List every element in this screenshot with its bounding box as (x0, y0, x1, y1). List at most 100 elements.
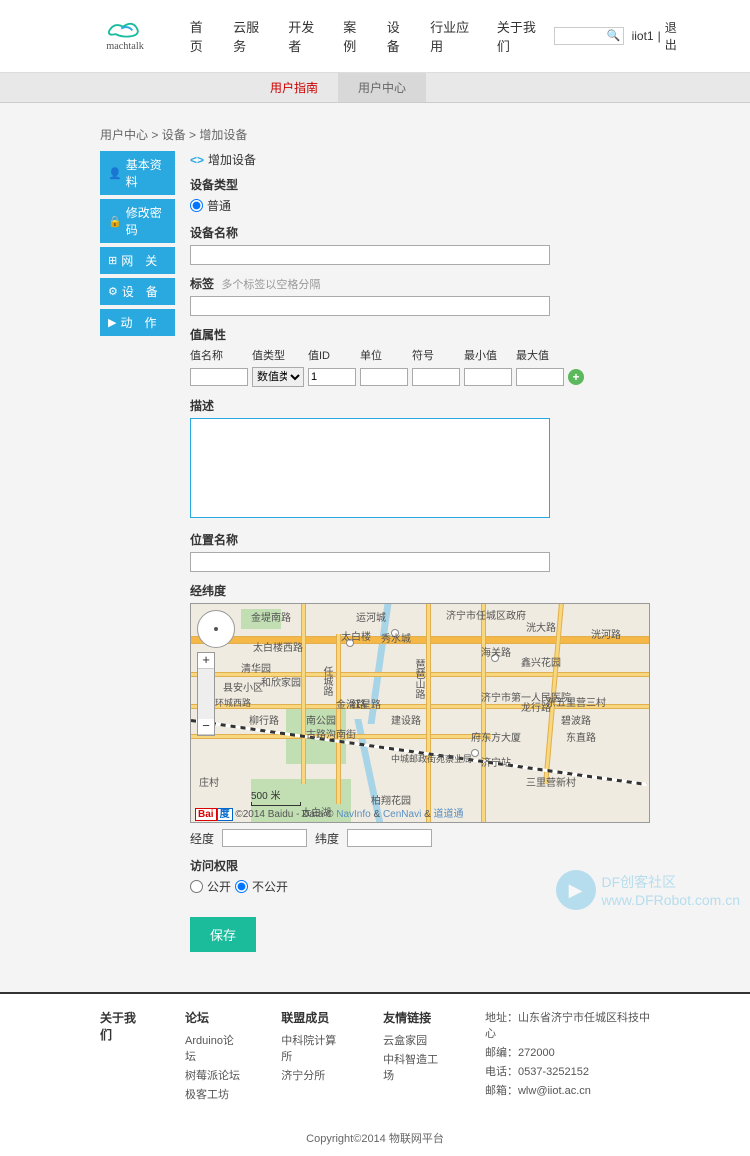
zoom-out-button[interactable]: − (198, 719, 214, 735)
title-text: 增加设备 (208, 151, 256, 168)
map-label: 鑫兴花园 (521, 654, 561, 669)
footer-link[interactable]: 树莓派论坛 (185, 1067, 241, 1083)
map-label: 三里营新村 (526, 774, 576, 789)
map-attribution: Bai度 ©2014 Baidu - Data © NavInfo & CenN… (195, 805, 464, 820)
attr-type-select[interactable]: 数值类 (252, 367, 304, 387)
crumb-center[interactable]: 用户中心 (100, 128, 148, 142)
attr-id-input[interactable] (308, 368, 356, 386)
search-icon[interactable]: 🔍 (607, 29, 621, 42)
lng-input[interactable] (222, 829, 307, 847)
lng-label: 经度 (190, 830, 214, 847)
map-label: 府东方大厦 (471, 729, 521, 744)
footer-link[interactable]: 中科智造工场 (383, 1051, 445, 1083)
sidebar: 👤基本资料 🔒 修改密码 ⊞网 关 ⚙设 备 ▶ 动 作 (100, 151, 175, 952)
crumb-device[interactable]: 设备 (162, 128, 186, 142)
nav-case[interactable]: 案例 (333, 5, 376, 67)
nav-about[interactable]: 关于我们 (487, 5, 554, 67)
footer-link[interactable]: 济宁分所 (281, 1067, 343, 1083)
footer-tel: 电话：0537-3252152 (485, 1063, 650, 1079)
nav-industry[interactable]: 行业应用 (420, 5, 487, 67)
map-label: 海关路 (481, 644, 511, 659)
divider: | (658, 29, 661, 43)
h-min: 最小值 (464, 347, 512, 363)
lat-label: 纬度 (315, 830, 339, 847)
sidebar-label: 修改密码 (126, 204, 167, 238)
type-option-normal: 普通 (207, 197, 231, 214)
sidebar-item-gateway[interactable]: ⊞网 关 (100, 247, 175, 274)
h-type: 值类型 (252, 347, 304, 363)
attr-min-input[interactable] (464, 368, 512, 386)
map-label: 琶琶山路 (411, 659, 426, 699)
zoom-in-button[interactable]: + (198, 653, 214, 669)
map-label: 任城路 (319, 666, 334, 696)
footer-link[interactable]: 极客工坊 (185, 1086, 241, 1102)
gateway-icon: ⊞ (108, 254, 117, 267)
footer-links-h: 友情链接 (383, 1009, 445, 1026)
attr-name-input[interactable] (190, 368, 248, 386)
map-label: 太白楼西路 (253, 639, 303, 654)
type-radio-normal[interactable] (190, 199, 203, 212)
nav-dev[interactable]: 开发者 (278, 5, 333, 67)
add-attr-button[interactable]: + (568, 369, 584, 385)
logout-link[interactable]: 退出 (665, 19, 685, 53)
access-public-radio[interactable] (190, 880, 203, 893)
header: machtalk 首页 云服务 开发者 案例 设备 行业应用 关于我们 🔍 ii… (0, 0, 750, 73)
nav-device[interactable]: 设备 (377, 5, 420, 67)
loc-label: 位置名称 (190, 531, 650, 548)
logo-text: machtalk (106, 41, 144, 52)
map-controls: + − (197, 610, 235, 736)
footer-link[interactable]: 中科院计算所 (281, 1032, 343, 1064)
map[interactable]: 金堤南路 运河城 济宁市任城区政府 洸大路 洸河路 太白楼西路 太白楼 秀水城 … (190, 603, 650, 823)
subnav-guide[interactable]: 用户指南 (250, 73, 338, 102)
footer-member-h: 联盟成员 (281, 1009, 343, 1026)
access-label: 访问权限 (190, 857, 650, 874)
map-label: 龙行路 (521, 699, 551, 714)
attr-max-input[interactable] (516, 368, 564, 386)
sidebar-item-action[interactable]: ▶ 动 作 (100, 309, 175, 336)
search-box: 🔍 (554, 27, 624, 45)
attr-symbol-input[interactable] (412, 368, 460, 386)
save-button[interactable]: 保存 (190, 917, 256, 952)
action-icon: ▶ (108, 316, 116, 329)
attr-unit-input[interactable] (360, 368, 408, 386)
loc-input[interactable] (190, 552, 550, 572)
sidebar-item-password[interactable]: 🔒 修改密码 (100, 199, 175, 243)
sidebar-label: 动 作 (120, 314, 156, 331)
attr-label: 值属性 (190, 326, 650, 343)
nav-home[interactable]: 首页 (180, 5, 223, 67)
access-public-label: 公开 (207, 878, 231, 895)
tag-input[interactable] (190, 296, 550, 316)
access-private-radio[interactable] (235, 880, 248, 893)
copyright: Copyright©2014 物联网平台 (0, 1120, 750, 1156)
sidebar-item-profile[interactable]: 👤基本资料 (100, 151, 175, 195)
device-name-input[interactable] (190, 245, 550, 265)
footer-link[interactable]: Arduino论坛 (185, 1032, 241, 1064)
footer-addr: 地址：山东省济宁市任城区科技中心 (485, 1009, 650, 1041)
sidebar-item-device[interactable]: ⚙设 备 (100, 278, 175, 305)
map-label: 东五里营三村 (546, 694, 606, 709)
lat-input[interactable] (347, 829, 432, 847)
user-area: iiot1 | 退出 (632, 19, 685, 53)
subnav-center[interactable]: 用户中心 (338, 73, 426, 102)
map-label: 太白楼 (341, 628, 371, 643)
desc-textarea[interactable] (190, 418, 550, 518)
map-label: 金堤南路 (251, 609, 291, 624)
map-label: 清华园 (241, 660, 271, 675)
sidebar-label: 基本资料 (126, 156, 167, 190)
h-symbol: 符号 (412, 347, 460, 363)
tag-label: 标签 多个标签以空格分隔 (190, 275, 650, 292)
zoom-slider[interactable] (198, 669, 214, 719)
map-label: 东直路 (566, 729, 596, 744)
map-label: 和欣家园 (261, 674, 301, 689)
map-label: 秀水城 (381, 630, 411, 645)
username[interactable]: iiot1 (632, 29, 654, 43)
map-label: 济宁市任城区政府 (446, 607, 526, 622)
nav-cloud[interactable]: 云服务 (223, 5, 278, 67)
footer-link[interactable]: 云盒家园 (383, 1032, 445, 1048)
coord-label: 经纬度 (190, 582, 650, 599)
desc-label: 描述 (190, 397, 650, 414)
logo[interactable]: machtalk (95, 16, 170, 56)
lock-icon: 🔒 (108, 215, 122, 228)
compass-icon[interactable] (197, 610, 235, 648)
footer-contact: 地址：山东省济宁市任城区科技中心 邮编：272000 电话：0537-32521… (485, 1009, 650, 1105)
